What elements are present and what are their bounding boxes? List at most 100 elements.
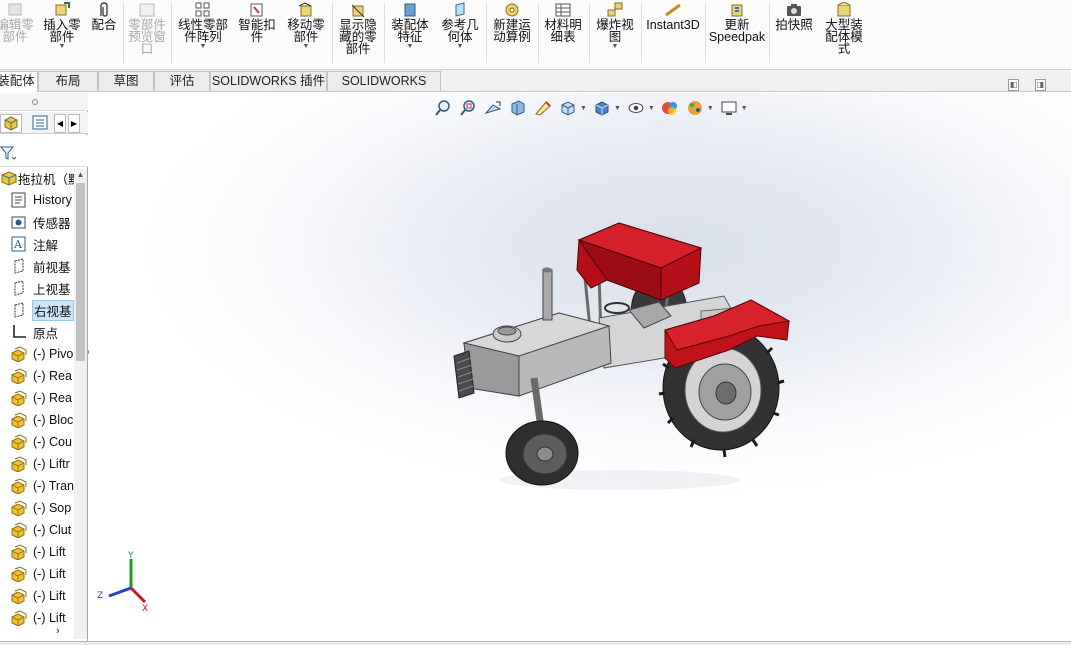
- tree-item[interactable]: 右视基: [0, 299, 74, 321]
- panel-collapse-handle[interactable]: [0, 93, 88, 111]
- zoom-to-fit-icon[interactable]: [434, 99, 452, 117]
- tractor-3d-model[interactable]: [439, 218, 799, 503]
- plane-icon: [10, 280, 28, 296]
- annotation-icon: A: [10, 236, 28, 252]
- exploded-view-button[interactable]: 爆炸视 图 ▼: [592, 0, 638, 66]
- bom-button[interactable]: 材料明 细表: [540, 0, 586, 66]
- tree-item[interactable]: (-) Lift: [0, 541, 74, 563]
- assembly-feature-dropdown-icon[interactable]: ▼: [407, 43, 414, 51]
- show-hidden-button[interactable]: 显示隐 藏的零 部件: [335, 0, 381, 66]
- ribbon-divider: [486, 3, 487, 63]
- restore-left-icon[interactable]: ◧: [1008, 79, 1019, 91]
- tree-expand-chevron-icon[interactable]: ›: [56, 625, 60, 637]
- tree-item[interactable]: (-) Cou: [0, 431, 74, 453]
- view-orientation-dropdown-icon[interactable]: ▼: [580, 105, 587, 112]
- tree-scrollbar[interactable]: ▲: [74, 169, 87, 639]
- move-part-dropdown-icon[interactable]: ▼: [303, 43, 310, 51]
- hide-show-dropdown-icon[interactable]: ▼: [648, 105, 655, 112]
- part-preview-button[interactable]: 零部件 预览窗 口: [125, 0, 169, 66]
- tabs-scroll-right-icon[interactable]: ▶: [68, 114, 80, 133]
- apply-scene-icon[interactable]: [686, 99, 704, 117]
- filter-icon[interactable]: [0, 146, 16, 160]
- smart-fastener-button[interactable]: 智能扣 件: [235, 0, 279, 66]
- tab-solidworks-mbd[interactable]: SOLIDWORKS MBD: [327, 71, 441, 107]
- tabs-scroll-left-icon[interactable]: ◀: [54, 114, 66, 133]
- exploded-view-icon: [606, 2, 624, 18]
- part-icon: [10, 522, 28, 539]
- large-assembly-button[interactable]: 大型装 配体模 式: [820, 0, 868, 66]
- move-part-button[interactable]: 移动零 部件 ▼: [283, 0, 329, 66]
- new-motion-study-button[interactable]: 新建运 动算例: [489, 0, 535, 66]
- restore-right-icon[interactable]: ◨: [1035, 79, 1046, 91]
- view-settings-icon[interactable]: [720, 99, 738, 117]
- tree-item[interactable]: 上视基: [0, 277, 74, 299]
- ref-geometry-dropdown-icon[interactable]: ▼: [457, 43, 464, 51]
- scroll-up-icon[interactable]: ▲: [74, 169, 87, 181]
- insert-part-button[interactable]: 插入零 部件 ▼: [40, 0, 84, 66]
- display-style-icon[interactable]: [593, 99, 611, 117]
- mate-label: 配合: [91, 18, 117, 32]
- zoom-area-icon[interactable]: [459, 99, 477, 117]
- linear-pattern-dropdown-icon[interactable]: ▼: [200, 43, 207, 51]
- tree-item[interactable]: A 注解: [0, 233, 74, 255]
- tree-item[interactable]: (-) Rea: [0, 365, 74, 387]
- section-view-icon[interactable]: [509, 99, 527, 117]
- instant3d-button[interactable]: Instant3D: [644, 0, 702, 66]
- triad-z-label: Z: [97, 591, 103, 601]
- ribbon-divider: [538, 3, 539, 63]
- tree-item[interactable]: History: [0, 189, 74, 211]
- tree-item[interactable]: (-) Bloc: [0, 409, 74, 431]
- view-orientation-icon[interactable]: [559, 99, 577, 117]
- display-style-dropdown-icon[interactable]: ▼: [614, 105, 621, 112]
- feature-manager-tab[interactable]: [0, 114, 22, 133]
- insert-part-dropdown-icon[interactable]: ▼: [59, 43, 66, 51]
- tab-solidworks-addins[interactable]: SOLIDWORKS 插件: [210, 71, 327, 91]
- mate-button[interactable]: 配合: [88, 0, 120, 66]
- tree-item[interactable]: 原点: [0, 321, 74, 343]
- tree-root-assembly[interactable]: 拖拉机（默: [0, 167, 74, 189]
- panel-tabs: ◀ ▶: [0, 112, 88, 134]
- graphics-viewport[interactable]: ▼ ▼ ▼ ▼ ▼ Y X Z: [89, 93, 1071, 645]
- previous-view-icon[interactable]: [484, 99, 502, 117]
- tree-item[interactable]: 前视基: [0, 255, 74, 277]
- tab-sketch[interactable]: 草图: [98, 71, 154, 91]
- dynamic-annotation-icon[interactable]: [534, 99, 552, 117]
- tree-item-label: (-) Rea: [33, 369, 72, 383]
- tree-item[interactable]: (-) Rea: [0, 387, 74, 409]
- bom-label: 材料明 细表: [544, 18, 582, 44]
- instant3d-label: Instant3D: [646, 18, 700, 32]
- property-manager-tab[interactable]: [30, 114, 52, 133]
- linear-pattern-label: 线性零部 件阵列: [177, 18, 228, 44]
- tab-layout[interactable]: 布局: [38, 71, 98, 91]
- edit-part-button[interactable]: 编辑零 部件: [0, 0, 34, 66]
- tree-item-label: (-) Lift: [33, 545, 66, 559]
- scroll-thumb[interactable]: [76, 183, 85, 361]
- ref-geometry-button[interactable]: 参考几 何体 ▼: [437, 0, 483, 66]
- tree-item[interactable]: (-) Pivo: [0, 343, 74, 365]
- snapshot-button[interactable]: 拍快照: [772, 0, 816, 66]
- tree-item[interactable]: (-) Lift: [0, 585, 74, 607]
- part-icon: [10, 566, 28, 583]
- hide-show-icon[interactable]: [627, 99, 645, 117]
- tree-item[interactable]: (-) Lift: [0, 607, 74, 629]
- collapse-dot-icon[interactable]: [32, 99, 38, 105]
- tab-evaluate[interactable]: 评估: [154, 71, 210, 91]
- view-settings-dropdown-icon[interactable]: ▼: [741, 105, 748, 112]
- tree-item-label: (-) Clut: [33, 523, 72, 537]
- feature-manager-panel: ◀ ▶ 拖拉机（默 History 传感器 A 注解前视基上视基右视基原点 (-) Pi…: [0, 93, 88, 645]
- update-speedpak-button[interactable]: 更新 Speedpak: [708, 0, 766, 66]
- exploded-view-dropdown-icon[interactable]: ▼: [612, 43, 619, 51]
- tree-item[interactable]: (-) Liftr: [0, 453, 74, 475]
- tree-item-label: (-) Tran: [33, 479, 74, 493]
- tree-item[interactable]: (-) Lift: [0, 563, 74, 585]
- tree-item[interactable]: (-) Sop: [0, 497, 74, 519]
- tree-item[interactable]: (-) Tran: [0, 475, 74, 497]
- part-icon: [10, 544, 28, 561]
- apply-scene-dropdown-icon[interactable]: ▼: [707, 105, 714, 112]
- assembly-feature-button[interactable]: 装配体 特征 ▼: [387, 0, 433, 66]
- linear-pattern-button[interactable]: 线性零部 件阵列 ▼: [174, 0, 232, 66]
- edit-appearance-icon[interactable]: [661, 99, 679, 117]
- tab-assembly[interactable]: 装配体: [0, 71, 38, 92]
- tree-item[interactable]: (-) Clut: [0, 519, 74, 541]
- tree-item[interactable]: 传感器: [0, 211, 74, 233]
